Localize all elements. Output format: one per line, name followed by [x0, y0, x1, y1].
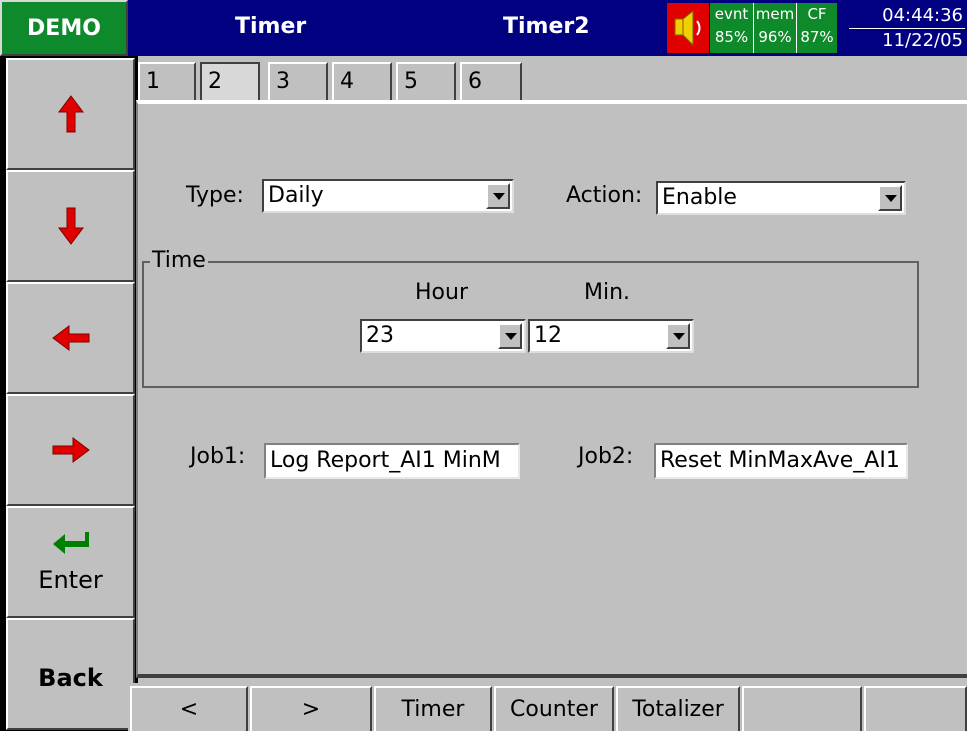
tab-2[interactable]: 2 — [200, 62, 260, 100]
action-select[interactable]: Enable — [656, 181, 906, 215]
timer-label: Timer — [401, 697, 465, 722]
tab-1-label: 1 — [146, 69, 160, 94]
chevron-down-icon[interactable] — [878, 185, 902, 211]
tab-4-label: 4 — [340, 69, 354, 94]
left-button[interactable] — [6, 282, 135, 394]
totalizer-button[interactable]: Totalizer — [616, 686, 740, 731]
tab-5-label: 5 — [404, 69, 418, 94]
hour-label: Hour — [415, 280, 468, 305]
back-label: Back — [38, 664, 103, 692]
down-arrow-icon — [57, 207, 84, 245]
page-title: Timer — [235, 14, 307, 39]
action-label: Action: — [566, 183, 643, 208]
next-label: > — [301, 697, 321, 722]
status-panel: evnt 85% mem 96% CF 87% — [710, 3, 837, 53]
page-subtitle: Timer2 — [503, 14, 590, 39]
time-group-label: Time — [150, 248, 208, 273]
mem-value: 96% — [758, 28, 792, 46]
min-select[interactable]: 12 — [528, 319, 694, 353]
cf-status: CF 87% — [797, 3, 837, 53]
next-button[interactable]: > — [250, 686, 372, 731]
mem-status: mem 96% — [754, 3, 797, 53]
action-value: Enable — [662, 185, 737, 210]
left-button-rail: Enter Back — [0, 56, 138, 731]
totalizer-label: Totalizer — [632, 697, 724, 722]
prev-label: < — [179, 697, 199, 722]
chevron-down-icon[interactable] — [486, 183, 510, 209]
demo-badge: DEMO — [0, 0, 128, 56]
up-button[interactable] — [6, 58, 135, 170]
type-value: Daily — [268, 183, 324, 208]
clock-date: 11/22/05 — [882, 30, 963, 51]
chevron-down-icon[interactable] — [666, 323, 690, 349]
evnt-value: 85% — [714, 28, 749, 46]
enter-label: Enter — [38, 566, 103, 594]
left-arrow-icon — [51, 325, 89, 351]
tab-4[interactable]: 4 — [332, 62, 392, 100]
prev-button[interactable]: < — [130, 686, 248, 731]
evnt-status: evnt 85% — [710, 3, 754, 53]
job2-field[interactable]: Reset MinMaxAve_AI1 — [654, 443, 908, 479]
cf-label: CF — [807, 5, 827, 23]
job2-label: Job2: — [578, 444, 634, 469]
tab-strip — [138, 56, 967, 100]
type-select[interactable]: Daily — [262, 179, 514, 213]
clock-time: 04:44:36 — [882, 5, 963, 26]
back-button[interactable]: Back — [6, 618, 135, 730]
tab-2-label: 2 — [208, 69, 222, 94]
demo-label: DEMO — [27, 15, 101, 41]
speaker-icon[interactable] — [667, 3, 709, 53]
counter-label: Counter — [510, 697, 598, 722]
empty-button[interactable] — [864, 686, 967, 731]
counter-button[interactable]: Counter — [494, 686, 614, 731]
mem-label: mem — [755, 5, 795, 23]
down-button[interactable] — [6, 170, 135, 282]
chevron-down-icon[interactable] — [498, 323, 522, 349]
empty-button[interactable] — [742, 686, 862, 731]
tab-6-label: 6 — [468, 69, 482, 94]
job1-label: Job1: — [190, 444, 246, 469]
tab-3[interactable]: 3 — [268, 62, 328, 100]
cf-value: 87% — [800, 28, 834, 46]
up-arrow-icon — [57, 95, 84, 133]
tab-6[interactable]: 6 — [460, 62, 522, 100]
timer-button[interactable]: Timer — [374, 686, 492, 731]
right-arrow-icon — [52, 437, 90, 463]
min-label: Min. — [584, 280, 631, 305]
clock: 04:44:36 11/22/05 — [843, 3, 967, 53]
tab-3-label: 3 — [276, 69, 290, 94]
type-label: Type: — [186, 183, 244, 208]
tab-5[interactable]: 5 — [396, 62, 456, 100]
enter-button[interactable]: Enter — [6, 506, 135, 618]
tab-1[interactable]: 1 — [138, 62, 196, 100]
hour-select[interactable]: 23 — [360, 319, 526, 353]
evnt-label: evnt — [714, 5, 749, 23]
job1-field[interactable]: Log Report_AI1 MinM — [264, 443, 520, 479]
right-button[interactable] — [6, 394, 135, 506]
min-value: 12 — [534, 323, 562, 348]
enter-arrow-icon — [52, 532, 89, 554]
hour-value: 23 — [366, 323, 394, 348]
